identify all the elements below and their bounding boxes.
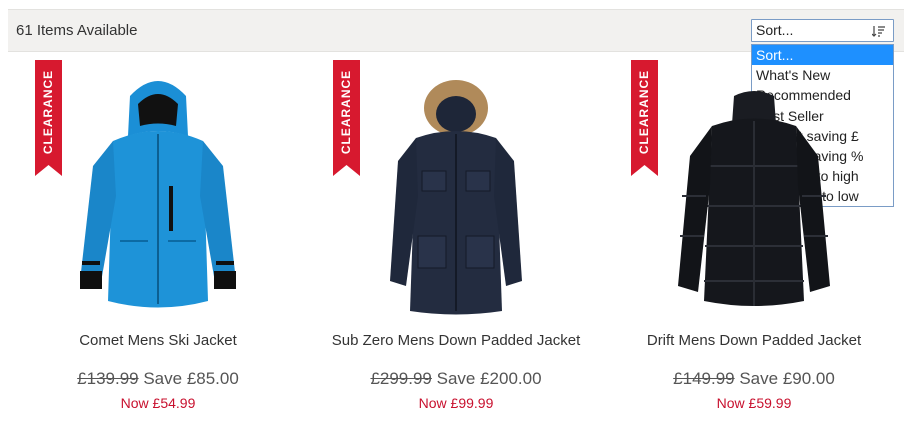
product-price-line: £139.99 Save £85.00 <box>8 369 308 389</box>
now-price: Now £99.99 <box>418 395 494 411</box>
now-price: Now £54.99 <box>120 395 196 411</box>
clearance-ribbon: CLEARANCE <box>333 60 360 176</box>
save-amount: Save £200.00 <box>431 369 542 388</box>
product-name[interactable]: Comet Mens Ski Jacket <box>8 332 308 349</box>
was-price: £139.99 <box>77 369 139 388</box>
clearance-badge-text: CLEARANCE <box>41 69 56 155</box>
sort-icon <box>872 26 885 37</box>
items-count: 61 Items Available <box>16 22 138 39</box>
product-name[interactable]: Sub Zero Mens Down Padded Jacket <box>306 332 606 349</box>
product-card[interactable]: CLEARANCE Comet Mens Ski Jacket £139.99 … <box>8 56 308 423</box>
product-card[interactable]: CLEARANCE Drift Mens Down Padded Jacket … <box>604 56 904 423</box>
clearance-badge-text: CLEARANCE <box>637 69 652 155</box>
clearance-ribbon: CLEARANCE <box>631 60 658 176</box>
was-price: £299.99 <box>370 369 432 388</box>
was-price: £149.99 <box>673 369 735 388</box>
now-price: Now £59.99 <box>716 395 792 411</box>
save-amount: Save £90.00 <box>734 369 835 388</box>
product-name[interactable]: Drift Mens Down Padded Jacket <box>604 332 904 349</box>
product-image-navy-parka-fur-hood[interactable] <box>366 66 546 316</box>
sort-selected-value: Sort... <box>756 22 794 38</box>
product-image-black-puffer-jacket[interactable] <box>664 66 844 316</box>
product-price-line: £149.99 Save £90.00 <box>604 369 904 389</box>
product-card[interactable]: CLEARANCE Sub Zero Mens Down Padded Jack… <box>306 56 606 423</box>
save-amount: Save £85.00 <box>138 369 239 388</box>
clearance-ribbon: CLEARANCE <box>35 60 62 176</box>
product-image-blue-ski-jacket[interactable] <box>68 66 248 316</box>
product-price-line: £299.99 Save £200.00 <box>306 369 606 389</box>
sort-select[interactable]: Sort... <box>751 19 894 42</box>
clearance-badge-text: CLEARANCE <box>339 69 354 155</box>
